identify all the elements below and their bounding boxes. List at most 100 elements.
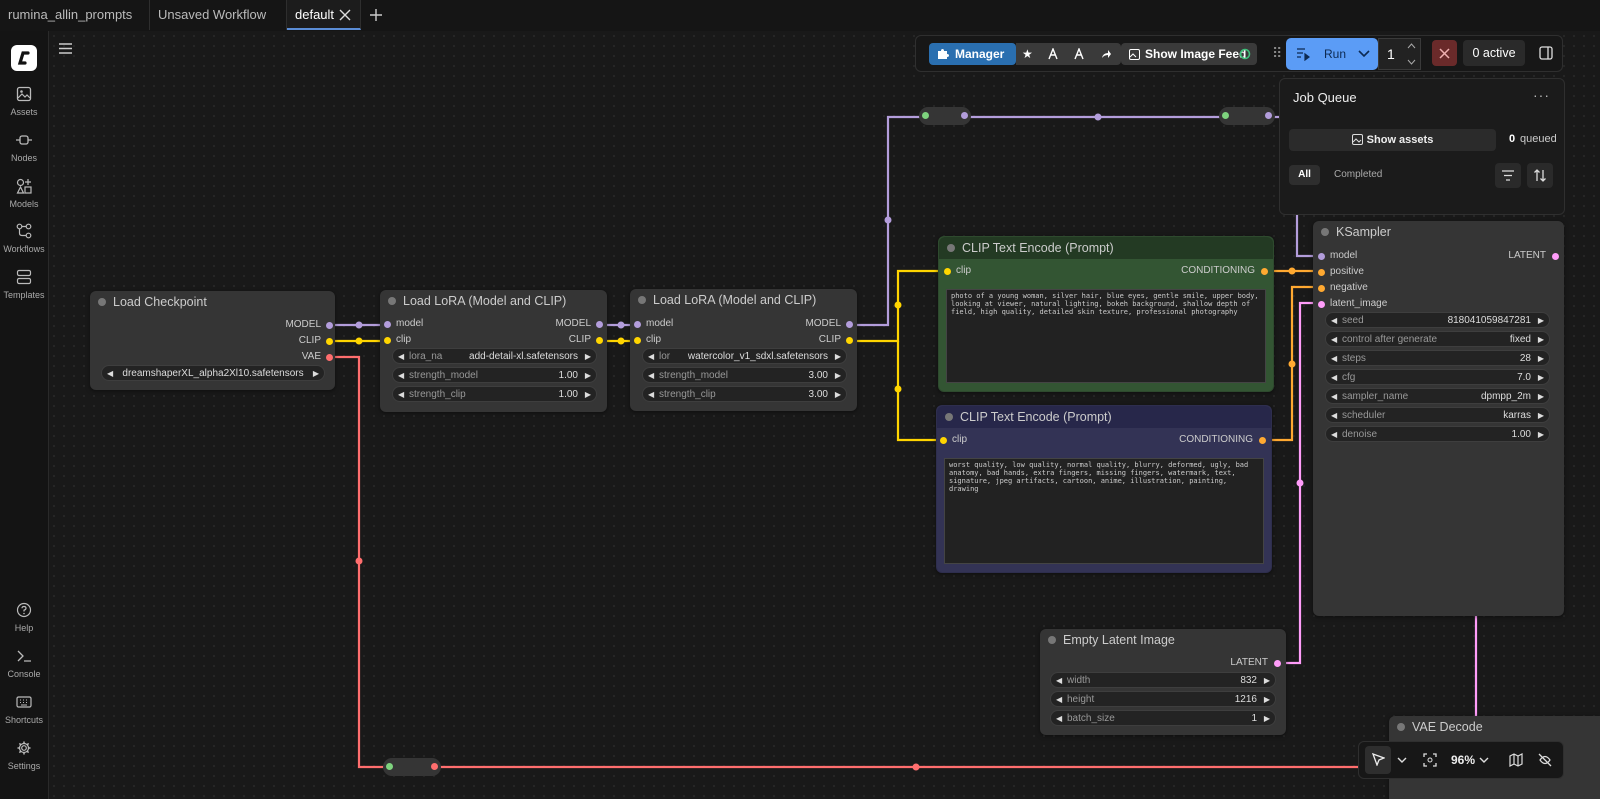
- sidebar-item-console[interactable]: Console: [0, 648, 48, 679]
- add-tab-icon[interactable]: [369, 8, 383, 22]
- sidebar-item-settings[interactable]: Settings: [0, 740, 48, 771]
- arrow-right-icon[interactable]: ▶: [313, 366, 319, 382]
- steps-widget[interactable]: ◀ steps 28 ▶: [1325, 350, 1550, 366]
- reroute-output-pin[interactable]: [1265, 112, 1272, 119]
- scheduler-widget[interactable]: ◀ scheduler karras ▶: [1325, 407, 1550, 423]
- filter-all-tab[interactable]: All: [1289, 165, 1320, 185]
- arrow-right-icon[interactable]: ▶: [1264, 673, 1270, 689]
- select-mode-button[interactable]: [1365, 746, 1391, 774]
- collapse-dot[interactable]: [945, 413, 953, 421]
- fit-view-icon[interactable]: [1423, 753, 1437, 767]
- input-clip-pin[interactable]: [634, 337, 641, 344]
- active-jobs-button[interactable]: 0 active: [1463, 40, 1525, 66]
- arrow-left-icon[interactable]: ◀: [1056, 711, 1062, 727]
- reroute-output-pin[interactable]: [961, 112, 968, 119]
- arrow-left-icon[interactable]: ◀: [1331, 351, 1337, 367]
- arrow-right-icon[interactable]: ▶: [835, 387, 841, 403]
- sidebar-item-models[interactable]: Models: [0, 178, 48, 209]
- cfg-widget[interactable]: ◀ cfg 7.0 ▶: [1325, 369, 1550, 385]
- denoise-widget[interactable]: ◀ denoise 1.00 ▶: [1325, 426, 1550, 442]
- tab-default[interactable]: default: [287, 0, 361, 30]
- lora-name-combo[interactable]: ◀ lora_na add-detail-xl.safetensors ▶: [392, 348, 597, 364]
- node-empty-latent-image[interactable]: Empty Latent Image LATENT ◀ width 832 ▶ ◀ he…: [1040, 629, 1286, 735]
- arrow-left-icon[interactable]: ◀: [648, 349, 654, 365]
- arrow-right-icon[interactable]: ▶: [1538, 332, 1544, 348]
- sort-button[interactable]: [1527, 163, 1553, 188]
- node-load-lora-1[interactable]: Load LoRA (Model and CLIP) model clip MO…: [380, 290, 607, 412]
- prompt-textarea[interactable]: photo of a young woman, silver hair, blu…: [946, 289, 1266, 383]
- collapse-dot[interactable]: [638, 296, 646, 304]
- output-latent-pin[interactable]: [1552, 253, 1559, 260]
- arrow-left-icon[interactable]: ◀: [1056, 692, 1062, 708]
- height-widget[interactable]: ◀ height 1216 ▶: [1050, 691, 1276, 707]
- sidebar-item-workflows[interactable]: Workflows: [0, 223, 48, 254]
- filter-button[interactable]: [1495, 163, 1521, 188]
- toggle-panel-button[interactable]: [1533, 40, 1559, 66]
- filter-completed-tab[interactable]: Completed: [1334, 169, 1382, 180]
- output-model-pin[interactable]: [596, 321, 603, 328]
- node-load-lora-2[interactable]: Load LoRA (Model and CLIP) model clip MO…: [630, 289, 857, 411]
- close-icon[interactable]: [339, 9, 351, 21]
- width-widget[interactable]: ◀ width 832 ▶: [1050, 672, 1276, 688]
- input-model-pin[interactable]: [634, 321, 641, 328]
- arrow-left-icon[interactable]: ◀: [1331, 313, 1337, 329]
- arrow-right-icon[interactable]: ▶: [1538, 351, 1544, 367]
- chevron-down-icon[interactable]: [1479, 757, 1489, 764]
- output-conditioning-pin[interactable]: [1261, 268, 1268, 275]
- output-clip-pin[interactable]: [846, 337, 853, 344]
- output-clip-pin[interactable]: [596, 337, 603, 344]
- arrow-left-icon[interactable]: ◀: [107, 366, 113, 382]
- arrow-right-icon[interactable]: ▶: [1264, 711, 1270, 727]
- strength-model-widget[interactable]: ◀ strength_model 1.00 ▶: [392, 367, 597, 383]
- node-clip-text-encode-positive[interactable]: CLIP Text Encode (Prompt) clip CONDITION…: [938, 236, 1274, 392]
- drag-handle-icon[interactable]: ⠿: [1272, 45, 1282, 62]
- output-model-pin[interactable]: [846, 321, 853, 328]
- strength-clip-widget[interactable]: ◀ strength_clip 3.00 ▶: [642, 386, 847, 402]
- arrow-right-icon[interactable]: ▶: [1538, 408, 1544, 424]
- output-clip-pin[interactable]: [326, 338, 333, 345]
- arrow-left-icon[interactable]: ◀: [1331, 370, 1337, 386]
- run-button[interactable]: Run: [1286, 38, 1378, 70]
- reroute-node[interactable]: [383, 758, 441, 776]
- lora-name-combo[interactable]: ◀ lor watercolor_v1_sdxl.safetensors ▶: [642, 348, 847, 364]
- arrow-right-icon[interactable]: ▶: [585, 349, 591, 365]
- input-clip-pin[interactable]: [384, 337, 391, 344]
- arrow-right-icon[interactable]: ▶: [1538, 370, 1544, 386]
- output-conditioning-pin[interactable]: [1259, 437, 1266, 444]
- show-assets-button[interactable]: Show assets: [1289, 129, 1496, 151]
- arrow-left-icon[interactable]: ◀: [648, 368, 654, 384]
- arrow-left-icon[interactable]: ◀: [398, 368, 404, 384]
- reroute-input-pin[interactable]: [1222, 112, 1229, 119]
- arrow-right-icon[interactable]: ▶: [1538, 313, 1544, 329]
- increment-icon[interactable]: [1407, 43, 1416, 49]
- input-model-pin[interactable]: [1318, 253, 1325, 260]
- minimap-icon[interactable]: [1509, 753, 1523, 767]
- share-icon[interactable]: [1100, 48, 1112, 60]
- zoom-level[interactable]: 96%: [1451, 753, 1475, 767]
- arrow-left-icon[interactable]: ◀: [648, 387, 654, 403]
- batch-size-widget[interactable]: ◀ batch_size 1 ▶: [1050, 710, 1276, 726]
- cancel-button[interactable]: [1432, 40, 1457, 66]
- input-clip-pin[interactable]: [940, 437, 947, 444]
- arrow-right-icon[interactable]: ▶: [1538, 427, 1544, 443]
- sidebar-item-shortcuts[interactable]: Shortcuts: [0, 694, 48, 725]
- manager-button[interactable]: Manager: [929, 43, 1016, 65]
- arrow-left-icon[interactable]: ◀: [1331, 408, 1337, 424]
- link-visibility-icon[interactable]: [1538, 753, 1552, 767]
- strength-model-widget[interactable]: ◀ strength_model 3.00 ▶: [642, 367, 847, 383]
- more-options-icon[interactable]: ···: [1533, 87, 1550, 103]
- show-image-feed-button[interactable]: Show Image Feed: [1121, 43, 1257, 65]
- input-model-pin[interactable]: [384, 321, 391, 328]
- node-clip-text-encode-negative[interactable]: CLIP Text Encode (Prompt) clip CONDITION…: [936, 405, 1272, 573]
- tab-unsaved-workflow[interactable]: Unsaved Workflow: [150, 0, 287, 30]
- sidebar-item-templates[interactable]: Templates: [0, 269, 48, 300]
- input-positive-pin[interactable]: [1318, 269, 1325, 276]
- star-icon[interactable]: ★: [1022, 43, 1033, 65]
- node-ksampler[interactable]: KSampler model positive negative latent_…: [1313, 221, 1564, 616]
- control-after-generate-widget[interactable]: ◀ control after generate fixed ▶: [1325, 331, 1550, 347]
- collapse-dot[interactable]: [388, 297, 396, 305]
- arrow-left-icon[interactable]: ◀: [1331, 389, 1337, 405]
- input-clip-pin[interactable]: [944, 268, 951, 275]
- output-latent-pin[interactable]: [1274, 660, 1281, 667]
- collapse-dot[interactable]: [98, 298, 106, 306]
